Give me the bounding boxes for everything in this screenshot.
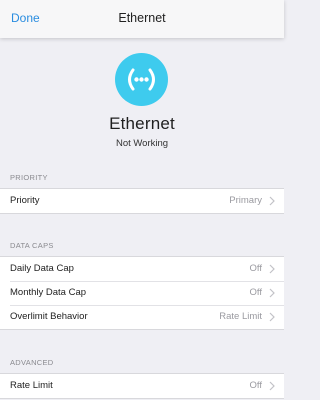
daily-data-cap-row[interactable]: Daily Data Cap Off (0, 257, 284, 281)
done-button[interactable]: Done (11, 11, 40, 25)
data-caps-group: Daily Data Cap Off Monthly Data Cap Off … (0, 256, 284, 330)
overlimit-behavior-row[interactable]: Overlimit Behavior Rate Limit (0, 305, 284, 329)
row-label: Monthly Data Cap (10, 287, 87, 298)
chevron-right-icon (269, 381, 275, 391)
section-header-priority: PRIORITY (10, 173, 48, 182)
nav-bar: Done Ethernet (0, 0, 284, 38)
rate-limit-row[interactable]: Rate Limit Off (0, 374, 284, 398)
page-title: Ethernet (118, 11, 166, 25)
chevron-right-icon (269, 312, 275, 322)
row-label: Priority (10, 195, 40, 206)
row-value: Off (249, 263, 263, 274)
connection-header: Ethernet Not Working (0, 38, 284, 158)
ethernet-dots-icon (115, 53, 168, 106)
priority-group: Priority Primary (0, 188, 284, 214)
monthly-data-cap-row[interactable]: Monthly Data Cap Off (0, 281, 284, 305)
priority-row[interactable]: Priority Primary (0, 189, 284, 213)
connection-status: Not Working (115, 138, 169, 149)
row-label: Rate Limit (10, 380, 53, 391)
row-label: Daily Data Cap (10, 263, 74, 274)
section-header-data-caps: DATA CAPS (10, 241, 54, 250)
chevron-right-icon (269, 196, 275, 206)
chevron-right-icon (269, 288, 275, 298)
section-header-advanced: ADVANCED (10, 358, 54, 367)
row-value: Off (249, 380, 263, 391)
advanced-group: Rate Limit Off (0, 373, 284, 399)
row-value: Primary (229, 195, 262, 206)
row-value: Rate Limit (219, 311, 262, 322)
row-value: Off (249, 287, 263, 298)
connection-name: Ethernet (109, 114, 175, 133)
chevron-right-icon (269, 264, 275, 274)
row-label: Overlimit Behavior (10, 311, 88, 322)
